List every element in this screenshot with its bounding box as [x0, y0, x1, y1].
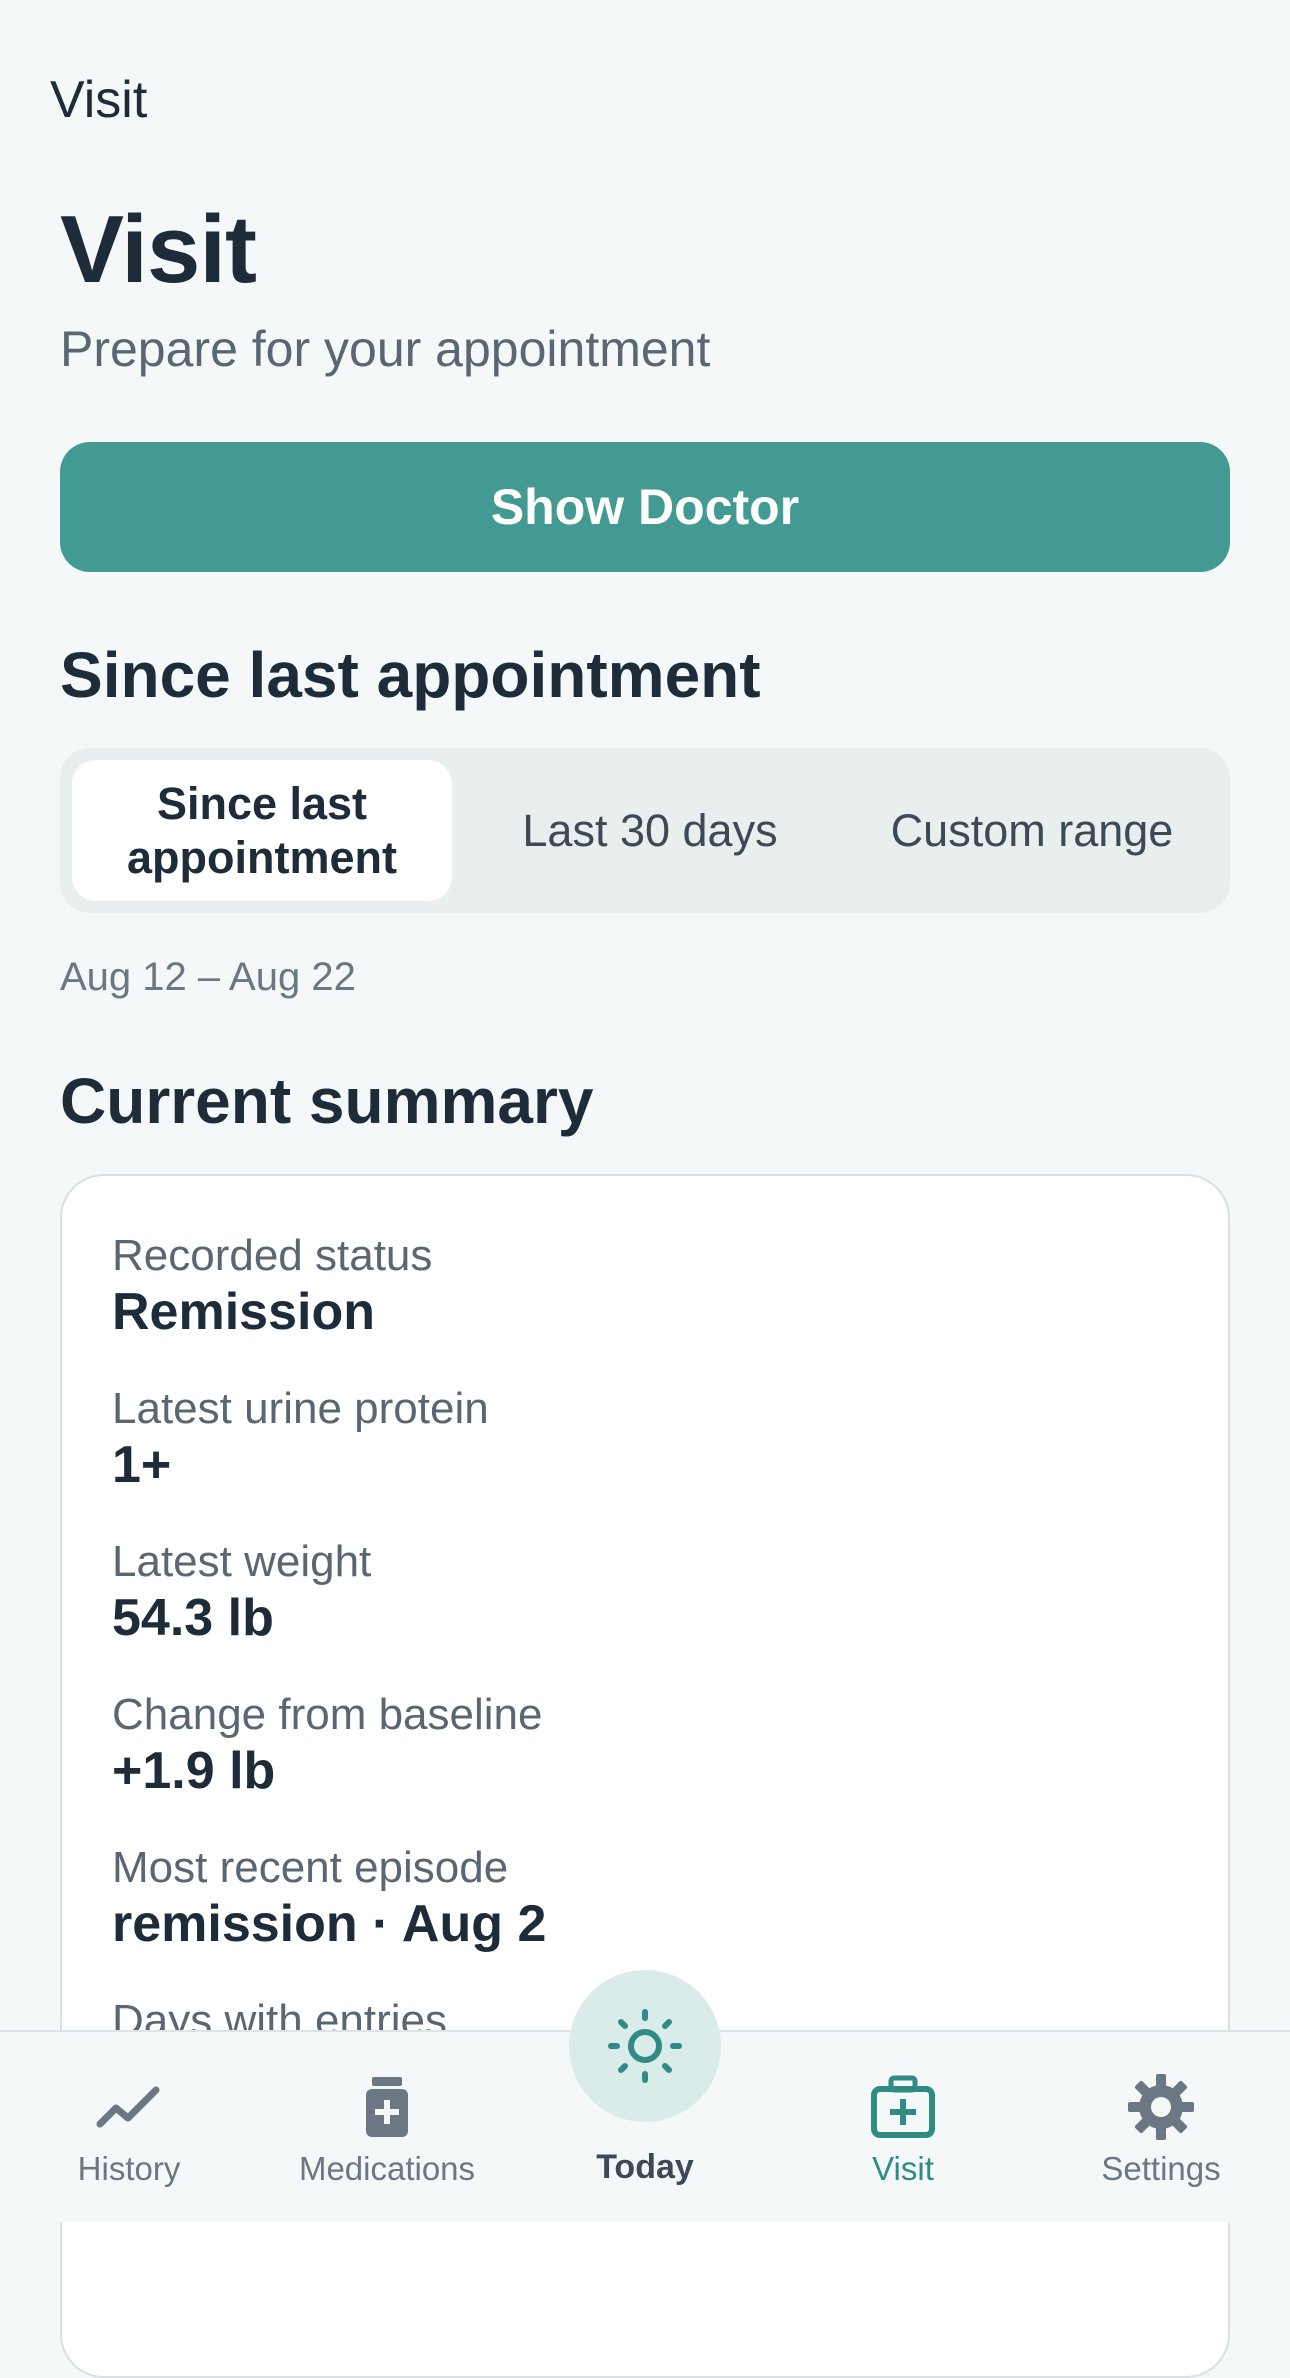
range-segmented-control: Since last appointment Last 30 days Cust…	[60, 748, 1230, 913]
range-section-heading: Since last appointment	[60, 639, 761, 711]
segment-since-last-appointment[interactable]: Since last appointment	[72, 760, 452, 901]
tab-label: History	[77, 2150, 181, 2187]
summary-row-weight: Latest weight 54.3 lb	[112, 1536, 371, 1648]
tab-visit[interactable]: Visit	[783, 2072, 1023, 2188]
summary-label: Latest weight	[112, 1537, 372, 1586]
medical-bag-icon	[783, 2072, 1023, 2142]
nav-bar-title: Visit	[50, 71, 148, 129]
summary-label: Recorded status	[112, 1231, 433, 1280]
summary-label: Change from baseline	[112, 1690, 543, 1739]
summary-value: +1.9 lb	[112, 1742, 276, 1800]
summary-heading: Current summary	[60, 1065, 594, 1137]
tab-settings[interactable]: Settings	[1041, 2072, 1281, 2188]
medicine-bottle-icon	[267, 2072, 507, 2142]
tab-label: Medications	[298, 2150, 476, 2187]
summary-row-urine-protein: Latest urine protein 1+	[112, 1383, 489, 1495]
tab-medications[interactable]: Medications	[267, 2072, 507, 2188]
summary-row-baseline-change: Change from baseline +1.9 lb	[112, 1689, 542, 1801]
summary-label: Most recent episode	[112, 1843, 509, 1892]
summary-value: 54.3 lb	[112, 1589, 274, 1647]
sun-icon	[605, 2006, 685, 2086]
segment-custom-range[interactable]: Custom range	[842, 760, 1222, 901]
summary-value: Remission	[112, 1283, 375, 1341]
tab-history[interactable]: History	[9, 2072, 249, 2188]
summary-value: 1+	[112, 1436, 172, 1494]
date-range-text: Aug 12 – Aug 22	[60, 955, 356, 999]
summary-row-recent-episode: Most recent episode remission · Aug 2	[112, 1842, 546, 1954]
gear-icon	[1041, 2072, 1281, 2142]
page-title: Visit	[60, 196, 257, 303]
show-doctor-button[interactable]: Show Doctor	[60, 442, 1230, 572]
summary-row-status: Recorded status Remission	[112, 1230, 432, 1342]
chart-line-icon	[9, 2072, 249, 2142]
today-fab-button[interactable]	[569, 1970, 721, 2122]
summary-label: Latest urine protein	[112, 1384, 489, 1433]
tab-label: Settings	[1101, 2150, 1221, 2187]
summary-value: remission · Aug 2	[112, 1895, 547, 1953]
segment-last-30-days[interactable]: Last 30 days	[460, 760, 840, 901]
page-subtitle: Prepare for your appointment	[60, 321, 711, 377]
tab-label: Visit	[872, 2150, 934, 2187]
tab-today-label[interactable]: Today	[545, 2148, 745, 2187]
